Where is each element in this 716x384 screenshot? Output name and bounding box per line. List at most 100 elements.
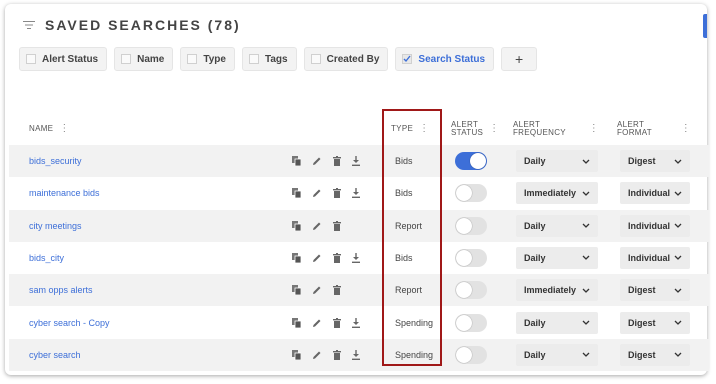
toggle-knob: [470, 153, 486, 169]
add-filter-button[interactable]: +: [501, 47, 538, 71]
alert-format-select[interactable]: Individual: [620, 214, 690, 237]
kebab-icon[interactable]: ⋮: [59, 124, 69, 134]
alert-frequency-select[interactable]: Daily: [516, 246, 598, 269]
alert-frequency-select[interactable]: Daily: [516, 311, 598, 334]
search-name-link[interactable]: cyber search - Copy: [29, 307, 110, 339]
edit-icon[interactable]: [312, 221, 322, 231]
chevron-down-icon: [582, 159, 590, 164]
kebab-icon[interactable]: ⋮: [489, 124, 499, 134]
column-header-alert-status[interactable]: ALERT STATUS ⋮: [451, 108, 499, 150]
column-header-alert-format[interactable]: ALERT FORMAT ⋮: [617, 108, 691, 150]
copy-icon[interactable]: [292, 317, 301, 328]
toggle-knob: [456, 314, 472, 331]
search-name-link[interactable]: bids_security: [29, 145, 82, 177]
checkbox-icon[interactable]: [121, 54, 132, 64]
search-name-link[interactable]: maintenance bids: [29, 177, 100, 209]
menu-icon[interactable]: [23, 19, 35, 31]
alert-frequency-select[interactable]: Immediately: [516, 182, 598, 205]
kebab-icon[interactable]: ⋮: [589, 124, 599, 134]
checkbox-icon[interactable]: [26, 54, 36, 64]
alert-status-cell: [455, 242, 487, 274]
edit-icon[interactable]: [312, 350, 322, 360]
filter-chip-alert-status[interactable]: Alert Status: [19, 47, 108, 71]
toggle-knob: [456, 217, 472, 234]
edit-icon[interactable]: [312, 188, 322, 198]
alert-frequency-select[interactable]: Daily: [516, 214, 598, 237]
checkbox-icon[interactable]: [402, 54, 413, 64]
alert-frequency-select[interactable]: Daily: [516, 150, 598, 172]
alert-format-select[interactable]: Digest: [620, 343, 690, 366]
checkbox-icon[interactable]: [248, 54, 259, 64]
edit-icon[interactable]: [312, 253, 322, 263]
chevron-down-icon: [674, 191, 682, 196]
column-header-name[interactable]: NAME ⋮: [29, 108, 70, 150]
alert-format-select[interactable]: Digest: [620, 150, 690, 172]
table-row: bids_city Bids Daily Individual: [9, 242, 709, 274]
alert-format-cell: Digest: [620, 274, 690, 306]
edit-icon[interactable]: [312, 285, 322, 295]
filter-chip-search-status[interactable]: Search Status: [395, 47, 495, 71]
alert-frequency-select[interactable]: Daily: [516, 343, 598, 366]
copy-icon[interactable]: [292, 285, 301, 296]
delete-icon[interactable]: [333, 188, 341, 199]
scroll-indicator[interactable]: [703, 14, 707, 38]
alert-format-select[interactable]: Individual: [620, 182, 690, 205]
search-name-link[interactable]: city meetings: [29, 210, 82, 242]
delete-icon[interactable]: [333, 156, 341, 166]
delete-icon[interactable]: [333, 349, 341, 360]
checkbox-icon[interactable]: [310, 54, 321, 64]
alert-format-select[interactable]: Digest: [620, 279, 690, 302]
column-header-alert-frequency[interactable]: ALERT FREQUENCY ⋮: [513, 108, 599, 150]
alert-frequency-cell: Immediately: [516, 274, 598, 306]
search-name-link[interactable]: sam opps alerts: [29, 274, 93, 306]
search-name-link[interactable]: bids_city: [29, 242, 64, 274]
alert-status-toggle[interactable]: [455, 152, 487, 170]
filter-chip-label: Tags: [264, 53, 288, 65]
alert-status-toggle[interactable]: [455, 345, 487, 364]
copy-icon[interactable]: [292, 220, 301, 231]
alert-frequency-cell: Daily: [516, 339, 598, 371]
filter-chip-type[interactable]: Type: [180, 47, 235, 71]
chevron-down-icon: [674, 352, 682, 358]
delete-icon[interactable]: [333, 220, 341, 231]
alert-status-toggle[interactable]: [455, 313, 487, 332]
alert-status-toggle[interactable]: [455, 184, 487, 203]
download-icon[interactable]: [352, 188, 360, 199]
toggle-knob: [456, 346, 472, 363]
search-type: Spending: [395, 349, 434, 360]
alert-status-toggle[interactable]: [455, 248, 487, 267]
download-icon[interactable]: [352, 156, 360, 166]
download-icon[interactable]: [352, 317, 360, 328]
copy-icon[interactable]: [292, 188, 301, 199]
search-name-link[interactable]: cyber search: [29, 339, 81, 371]
alert-format-select[interactable]: Individual: [620, 246, 690, 269]
alert-status-cell: [455, 274, 487, 306]
filter-chip-name[interactable]: Name: [114, 47, 174, 71]
delete-icon[interactable]: [333, 285, 341, 296]
alert-format-select[interactable]: Digest: [620, 311, 690, 334]
alert-status-toggle[interactable]: [455, 216, 487, 235]
column-header-type[interactable]: TYPE ⋮: [391, 108, 429, 150]
row-actions: [292, 242, 360, 274]
kebab-icon[interactable]: ⋮: [681, 124, 691, 134]
alert-format-cell: Individual: [620, 210, 690, 242]
edit-icon[interactable]: [312, 318, 322, 328]
alert-status-toggle[interactable]: [455, 281, 487, 300]
checkbox-icon[interactable]: [187, 54, 198, 64]
delete-icon[interactable]: [333, 317, 341, 328]
download-icon[interactable]: [352, 252, 360, 263]
copy-icon[interactable]: [292, 156, 301, 166]
delete-icon[interactable]: [333, 252, 341, 263]
edit-icon[interactable]: [312, 156, 322, 166]
alert-format-cell: Digest: [620, 307, 690, 339]
filter-chip-created-by[interactable]: Created By: [303, 47, 389, 71]
search-type: Bids: [395, 156, 413, 166]
copy-icon[interactable]: [292, 349, 301, 360]
toggle-knob: [456, 282, 472, 299]
copy-icon[interactable]: [292, 252, 301, 263]
alert-frequency-select[interactable]: Immediately: [516, 279, 598, 302]
kebab-icon[interactable]: ⋮: [419, 124, 429, 134]
filter-chip-tags[interactable]: Tags: [241, 47, 297, 71]
download-icon[interactable]: [352, 349, 360, 360]
alert-format-cell: Individual: [620, 242, 690, 274]
